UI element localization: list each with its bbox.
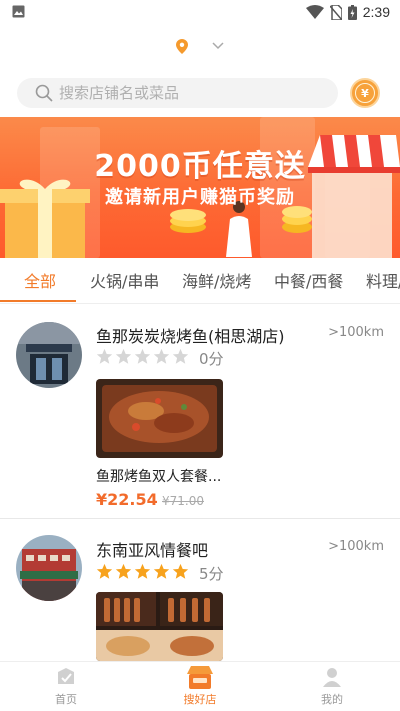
store-score: 5分 <box>199 565 224 583</box>
store-distance: >100km <box>328 325 384 340</box>
location-pin-icon <box>176 38 188 54</box>
nav-profile[interactable]: 我的 <box>292 662 372 711</box>
nav-profile-label: 我的 <box>321 693 343 706</box>
star-icon <box>115 563 132 579</box>
wifi-icon <box>305 5 324 19</box>
search-input[interactable] <box>59 84 319 102</box>
battery-charging-icon <box>347 4 357 20</box>
star-icon <box>96 563 113 579</box>
star-icon <box>172 563 189 579</box>
coin-stack-icon <box>170 209 206 233</box>
no-sim-icon <box>329 4 342 20</box>
search-bar[interactable] <box>17 78 338 108</box>
gallery-notification-icon <box>12 5 25 18</box>
dish-price: ¥22.54 <box>96 490 158 509</box>
store-name: 鱼那炭炭烧烤鱼(相思湖店) <box>96 327 285 346</box>
star-icon <box>153 348 170 364</box>
nav-home[interactable]: 首页 <box>26 662 106 711</box>
clock-text: 2:39 <box>362 4 390 20</box>
star-icon <box>172 348 189 364</box>
coin-button[interactable]: ¥ <box>350 78 380 108</box>
store-distance: >100km <box>328 539 384 554</box>
banner-title: 2000币任意送 <box>94 149 306 184</box>
nav-home-label: 首页 <box>55 693 77 706</box>
search-icon <box>35 84 53 102</box>
tab-cuisine[interactable]: 料理/ <box>366 262 400 304</box>
category-tabs: 全部 火锅/串串 海鲜/烧烤 中餐/西餐 料理/ <box>0 262 400 304</box>
home-icon <box>58 668 74 684</box>
rating-stars <box>96 563 189 580</box>
star-icon <box>134 563 151 579</box>
tab-hotpot[interactable]: 火锅/串串 <box>90 262 159 304</box>
dish-name: 鱼那烤鱼双人套餐... <box>96 469 222 485</box>
star-icon <box>115 348 132 364</box>
star-icon <box>96 348 113 364</box>
active-tab-indicator <box>0 300 76 302</box>
dish-photo[interactable] <box>96 379 223 458</box>
tab-all[interactable]: 全部 <box>24 262 56 304</box>
tab-seafood-bbq[interactable]: 海鲜/烧烤 <box>182 262 251 304</box>
store-photo <box>16 322 82 388</box>
nav-find-shop-label: 搜好店 <box>183 693 217 706</box>
store-card[interactable]: 鱼那炭炭烧烤鱼(相思湖店) >100km 0分 鱼那烤鱼双人套餐... ¥22.… <box>0 304 400 518</box>
dish-original-price: ¥71.00 <box>162 494 204 508</box>
coin-stack-icon <box>282 206 312 233</box>
rating-stars <box>96 348 189 365</box>
profile-icon <box>323 668 341 687</box>
banner-subtitle: 邀请新用户赚猫币奖励 <box>105 187 295 208</box>
status-bar: 2:39 <box>0 0 400 24</box>
shop-icon <box>187 666 213 689</box>
promo-banner[interactable]: 2000币任意送 邀请新用户赚猫币奖励 <box>0 117 400 258</box>
nav-find-shop[interactable]: 搜好店 <box>160 662 240 711</box>
dish-photo[interactable] <box>96 592 223 661</box>
location-selector[interactable] <box>0 36 400 56</box>
app-screen: 2:39 ¥ <box>0 0 400 711</box>
yuan-coin-icon: ¥ <box>355 83 375 103</box>
chevron-down-icon <box>212 42 224 50</box>
tab-chinese-western[interactable]: 中餐/西餐 <box>274 262 343 304</box>
store-name: 东南亚风情餐吧 <box>96 541 209 560</box>
store-photo <box>16 535 82 601</box>
store-card[interactable]: 东南亚风情餐吧 >100km 5分 <box>0 519 400 661</box>
star-icon <box>134 348 151 364</box>
star-icon <box>153 563 170 579</box>
bottom-navigation: 首页 搜好店 我的 <box>0 661 400 711</box>
store-score: 0分 <box>199 350 224 368</box>
